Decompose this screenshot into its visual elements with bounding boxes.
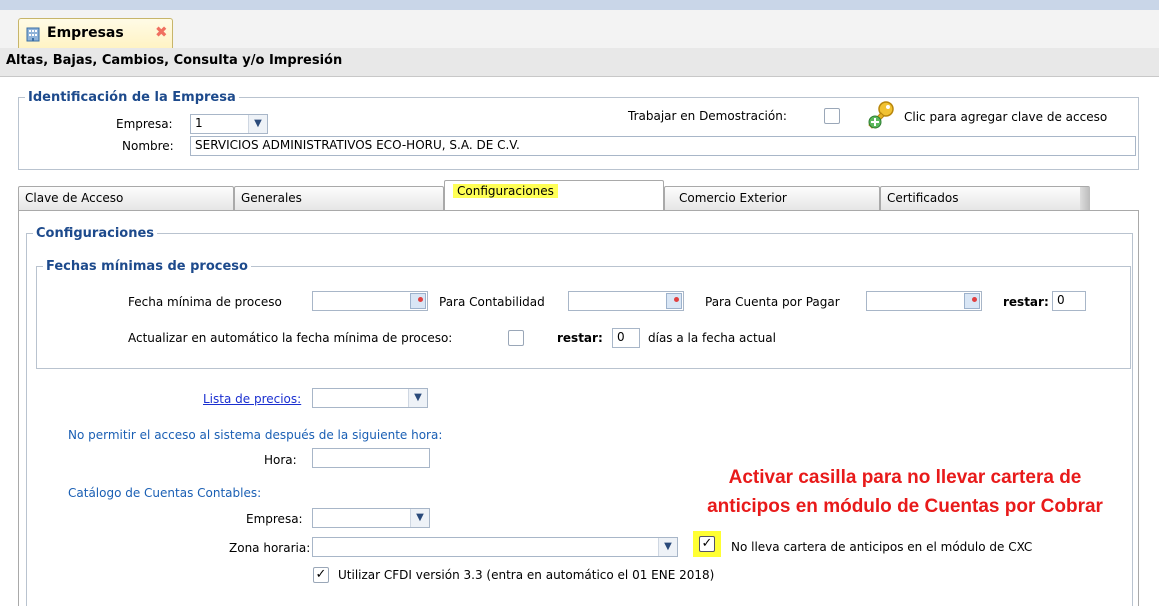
building-icon [26, 27, 40, 42]
page-subtitle-bar: Altas, Bajas, Cambios, Consulta y/o Impr… [0, 48, 1159, 77]
hora-field[interactable] [312, 448, 430, 468]
window-top-strip [0, 0, 1159, 10]
identification-legend: Identificación de la Empresa [28, 90, 236, 105]
tab-generales[interactable]: Generales [234, 186, 444, 210]
annotation-line-2: anticipos en módulo de Cuentas por Cobra… [707, 496, 1103, 517]
configuraciones-legend: Configuraciones [36, 226, 155, 241]
tab-label: Generales [241, 191, 302, 205]
auto-update-label: Actualizar en automático la fecha mínima… [128, 331, 453, 345]
demo-checkbox[interactable] [824, 108, 840, 124]
cfdi-checkbox[interactable]: ✓ [313, 567, 329, 583]
tab-configuraciones[interactable]: Configuraciones [444, 180, 664, 211]
annotation-text: Activar casilla para no llevar cartera d… [650, 463, 1159, 521]
tab-corner [1080, 187, 1090, 210]
annotation-line-1: Activar casilla para no llevar cartera d… [728, 467, 1082, 488]
contabilidad-label: Para Contabilidad [439, 295, 545, 309]
fechas-legend: Fechas mínimas de proceso [46, 259, 248, 274]
empresa-select-value: 1 [195, 116, 203, 130]
close-icon[interactable]: ✖ [155, 23, 168, 41]
hora-label: Hora: [264, 453, 297, 467]
lista-precios-select[interactable]: ▼ [312, 388, 428, 408]
calendar-icon[interactable] [666, 293, 682, 309]
calendar-icon[interactable] [964, 293, 980, 309]
auto-update-checkbox[interactable] [508, 330, 524, 346]
cxp-date-field[interactable] [866, 291, 982, 311]
tab-label: Certificados [887, 191, 959, 205]
document-tab-title: Empresas [47, 25, 124, 41]
cxp-label: Para Cuenta por Pagar [705, 295, 840, 309]
tab-clave-de-acceso[interactable]: Clave de Acceso [18, 186, 234, 210]
fecha-minima-field[interactable] [312, 291, 428, 311]
tab-label: Configuraciones [453, 184, 558, 198]
access-key-link[interactable]: Clic para agregar clave de acceso [904, 110, 1107, 124]
restar2-label: restar: [557, 331, 603, 345]
demo-label: Trabajar en Demostración: [628, 109, 787, 123]
tab-label: Comercio Exterior [679, 191, 787, 205]
page-subtitle: Altas, Bajas, Cambios, Consulta y/o Impr… [6, 53, 343, 68]
document-tab-bar [0, 10, 1159, 49]
chevron-down-icon[interactable]: ▼ [408, 389, 427, 407]
chevron-down-icon[interactable]: ▼ [248, 115, 267, 133]
empresa-select[interactable]: 1 ▼ [190, 114, 268, 134]
no-permitir-label: No permitir el acceso al sistema después… [68, 428, 443, 442]
restar-field[interactable]: 0 [1052, 291, 1086, 311]
cfdi-label: Utilizar CFDI versión 3.3 (entra en auto… [338, 568, 715, 582]
identification-group: Identificación de la Empresa [18, 90, 1139, 170]
tab-certificados[interactable]: Certificados [880, 186, 1090, 210]
empresa-label: Empresa: [116, 117, 173, 131]
lista-precios-link[interactable]: Lista de precios: [203, 392, 301, 406]
fecha-minima-label: Fecha mínima de proceso [128, 295, 282, 309]
tab-label: Clave de Acceso [25, 191, 124, 205]
fechas-group: Fechas mínimas de proceso [36, 259, 1131, 369]
tab-comercio-exterior[interactable]: Comercio Exterior [664, 186, 880, 210]
chevron-down-icon[interactable]: ▼ [410, 509, 429, 527]
empresa-catalogo-label: Empresa: [246, 512, 303, 526]
cartera-label: No lleva cartera de anticipos en el módu… [731, 540, 1033, 554]
contabilidad-date-field[interactable] [568, 291, 684, 311]
dias-label: días a la fecha actual [648, 331, 776, 345]
calendar-icon[interactable] [410, 293, 426, 309]
cartera-checkbox[interactable]: ✓ [699, 536, 715, 552]
zona-horaria-select[interactable]: ▼ [312, 537, 678, 557]
restar2-field[interactable]: 0 [612, 328, 640, 348]
catalogo-label: Catálogo de Cuentas Contables: [68, 486, 262, 500]
settings-tabs: Clave de Acceso Generales Configuracione… [18, 180, 1139, 211]
restar-label: restar: [1003, 295, 1049, 309]
chevron-down-icon[interactable]: ▼ [658, 538, 677, 556]
nombre-field[interactable]: SERVICIOS ADMINISTRATIVOS ECO-HORU, S.A.… [190, 136, 1136, 156]
empresa-catalogo-select[interactable]: ▼ [312, 508, 430, 528]
key-add-icon[interactable] [864, 100, 896, 130]
document-tab-empresas[interactable]: Empresas ✖ [18, 18, 173, 48]
zona-horaria-label: Zona horaria: [229, 541, 311, 555]
nombre-label: Nombre: [122, 139, 174, 153]
